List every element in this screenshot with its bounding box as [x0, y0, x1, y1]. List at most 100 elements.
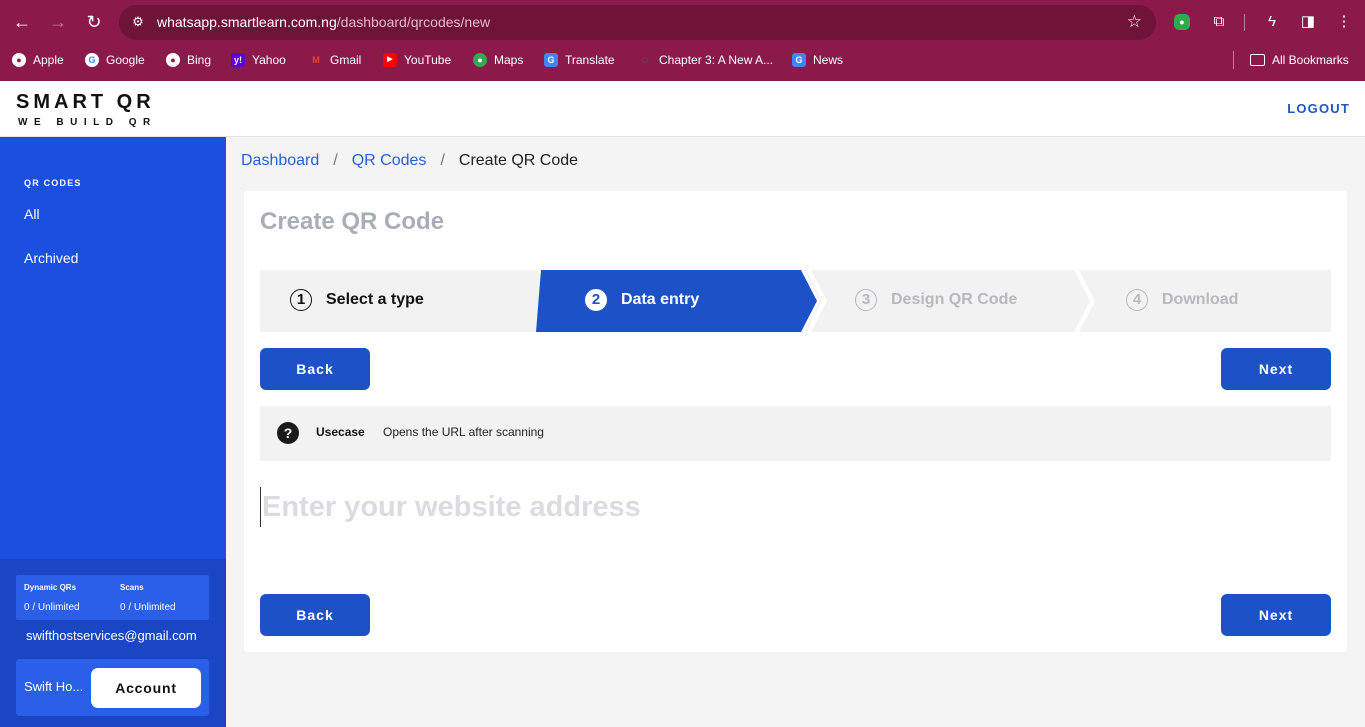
logo-title[interactable]: SMART QR	[16, 91, 155, 114]
browser-menu-icon[interactable]: ⋮	[1333, 11, 1355, 33]
step-select-type[interactable]: 1 Select a type	[290, 289, 424, 311]
step-design-qr[interactable]: 3 Design QR Code	[855, 289, 1017, 311]
sidebar-heading: QR CODES	[24, 178, 82, 188]
bookmark-apple[interactable]: ● Apple	[12, 52, 64, 68]
scans-label: Scans	[120, 583, 144, 592]
website-address-input[interactable]	[260, 487, 1331, 527]
apple-icon: ●	[12, 53, 26, 67]
bookmarks-bar: ● Apple G Google ● Bing y! Yahoo M Gmail ▶ You…	[0, 45, 1365, 75]
url-path: /dashboard/qrcodes/new	[336, 14, 491, 30]
all-bookmarks[interactable]: All Bookmarks	[1250, 52, 1349, 68]
usecase-text: Opens the URL after scanning	[383, 425, 544, 439]
sidebar: QR CODES All Archived Dynamic QRs 0 / Un…	[0, 137, 226, 727]
side-panel-icon[interactable]: ◨	[1297, 11, 1319, 33]
browser-toolbar: ← → ↻ ⚙ whatsapp.smartlearn.com.ng/dashb…	[0, 0, 1365, 45]
maps-icon: ●	[473, 53, 487, 67]
step-number: 2	[585, 289, 607, 311]
bookmark-chapter3[interactable]: ○ Chapter 3: A New A...	[638, 52, 773, 68]
usecase-info: ? Usecase Opens the URL after scanning	[260, 406, 1331, 461]
step-number: 4	[1126, 289, 1148, 311]
bookmark-maps[interactable]: ● Maps	[473, 52, 523, 68]
step-number: 3	[855, 289, 877, 311]
bookmark-label: Chapter 3: A New A...	[659, 53, 774, 67]
bookmark-label: Yahoo	[252, 53, 286, 67]
sidebar-item-archived[interactable]: Archived	[24, 250, 78, 266]
url-text[interactable]: whatsapp.smartlearn.com.ng/dashboard/qrc…	[157, 14, 490, 30]
page-title: Create QR Code	[260, 208, 445, 235]
step-data-entry[interactable]: 2 Data entry	[585, 289, 699, 311]
forward-arrow-icon[interactable]: →	[45, 9, 71, 35]
news-icon: G	[792, 53, 806, 67]
step-label: Select a type	[326, 291, 424, 309]
user-email: swifthostservices@gmail.com	[26, 628, 197, 643]
breadcrumb-qr-codes[interactable]: QR Codes	[352, 152, 427, 169]
dynamic-qrs-label: Dynamic QRs	[24, 583, 77, 592]
youtube-icon: ▶	[383, 53, 397, 67]
back-arrow-icon[interactable]: ←	[9, 9, 35, 35]
question-mark-icon: ?	[277, 422, 299, 444]
site-settings-icon[interactable]: ⚙	[129, 13, 147, 31]
address-bar[interactable]: ⚙ whatsapp.smartlearn.com.ng/dashboard/q…	[119, 5, 1156, 40]
bookmark-gmail[interactable]: M Gmail	[309, 52, 361, 68]
extension-icon[interactable]: ●	[1174, 14, 1190, 30]
performance-icon[interactable]: ϟ	[1261, 11, 1283, 33]
bookmark-bing[interactable]: ● Bing	[166, 52, 211, 68]
extensions-puzzle-icon[interactable]: ⧉	[1208, 11, 1230, 33]
google-icon: G	[85, 53, 99, 67]
account-box: Swift Ho... Account	[16, 659, 209, 716]
folder-icon	[1250, 54, 1265, 66]
bookmark-google[interactable]: G Google	[85, 52, 145, 68]
bing-icon: ●	[166, 53, 180, 67]
loading-circle-icon: ○	[641, 52, 649, 67]
all-bookmarks-label: All Bookmarks	[1272, 53, 1349, 67]
bookmark-youtube[interactable]: ▶ YouTube	[383, 52, 451, 68]
step-number: 1	[290, 289, 312, 311]
translate-icon: G	[544, 53, 558, 67]
step-label: Design QR Code	[891, 291, 1018, 309]
breadcrumb-dashboard[interactable]: Dashboard	[241, 152, 319, 169]
browser-chrome: ← → ↻ ⚙ whatsapp.smartlearn.com.ng/dashb…	[0, 0, 1365, 81]
reload-icon[interactable]: ↻	[81, 9, 107, 35]
step-label: Data entry	[621, 291, 700, 309]
app-header: SMART QR WE BUILD QR LOGOUT	[0, 81, 1365, 137]
back-button-top[interactable]: Back	[260, 348, 370, 390]
dynamic-qrs-value: 0 / Unlimited	[24, 602, 80, 613]
account-name: Swift Ho...	[24, 679, 84, 694]
logout-link[interactable]: LOGOUT	[1287, 101, 1350, 116]
breadcrumb: Dashboard / QR Codes / Create QR Code	[241, 152, 578, 170]
sidebar-footer: Dynamic QRs 0 / Unlimited Scans 0 / Unli…	[0, 559, 226, 727]
usecase-label: Usecase	[316, 425, 365, 439]
gmail-icon: M	[312, 55, 320, 65]
step-progress: 1 Select a type 2 Data entry 3 Design QR Co…	[260, 270, 1331, 332]
bookmark-label: Bing	[187, 53, 212, 67]
bookmark-label: Maps	[494, 53, 524, 67]
logo-tagline: WE BUILD QR	[18, 117, 157, 128]
bookmark-label: Gmail	[330, 53, 362, 67]
yahoo-icon: y!	[231, 53, 245, 67]
next-button-bottom[interactable]: Next	[1221, 594, 1331, 636]
bookmark-yahoo[interactable]: y! Yahoo	[231, 52, 286, 68]
step-download[interactable]: 4 Download	[1126, 289, 1238, 311]
url-host: whatsapp.smartlearn.com.ng	[157, 14, 337, 30]
bookmark-label: Google	[106, 53, 145, 67]
bookmark-news[interactable]: G News	[792, 52, 843, 68]
bookmarks-divider	[1233, 51, 1234, 69]
scans-value: 0 / Unlimited	[120, 602, 176, 613]
bookmark-star-icon[interactable]: ☆	[1127, 12, 1142, 32]
breadcrumb-separator: /	[440, 152, 445, 169]
step-label: Download	[1162, 291, 1239, 309]
next-button-top[interactable]: Next	[1221, 348, 1331, 390]
bookmark-translate[interactable]: G Translate	[544, 52, 615, 68]
bookmark-label: News	[813, 53, 844, 67]
create-qr-card: Create QR Code 1 Select a type 2 Data entr…	[244, 191, 1347, 652]
breadcrumb-current: Create QR Code	[458, 152, 579, 169]
usage-stats: Dynamic QRs 0 / Unlimited Scans 0 / Unli…	[16, 575, 209, 620]
back-button-bottom[interactable]: Back	[260, 594, 370, 636]
bookmark-label: Apple	[33, 53, 64, 67]
account-button[interactable]: Account	[91, 668, 201, 708]
bookmark-label: Translate	[565, 53, 615, 67]
breadcrumb-separator: /	[333, 152, 338, 169]
toolbar-divider	[1244, 14, 1245, 31]
bookmark-label: YouTube	[404, 53, 452, 67]
sidebar-item-all[interactable]: All	[24, 206, 40, 222]
